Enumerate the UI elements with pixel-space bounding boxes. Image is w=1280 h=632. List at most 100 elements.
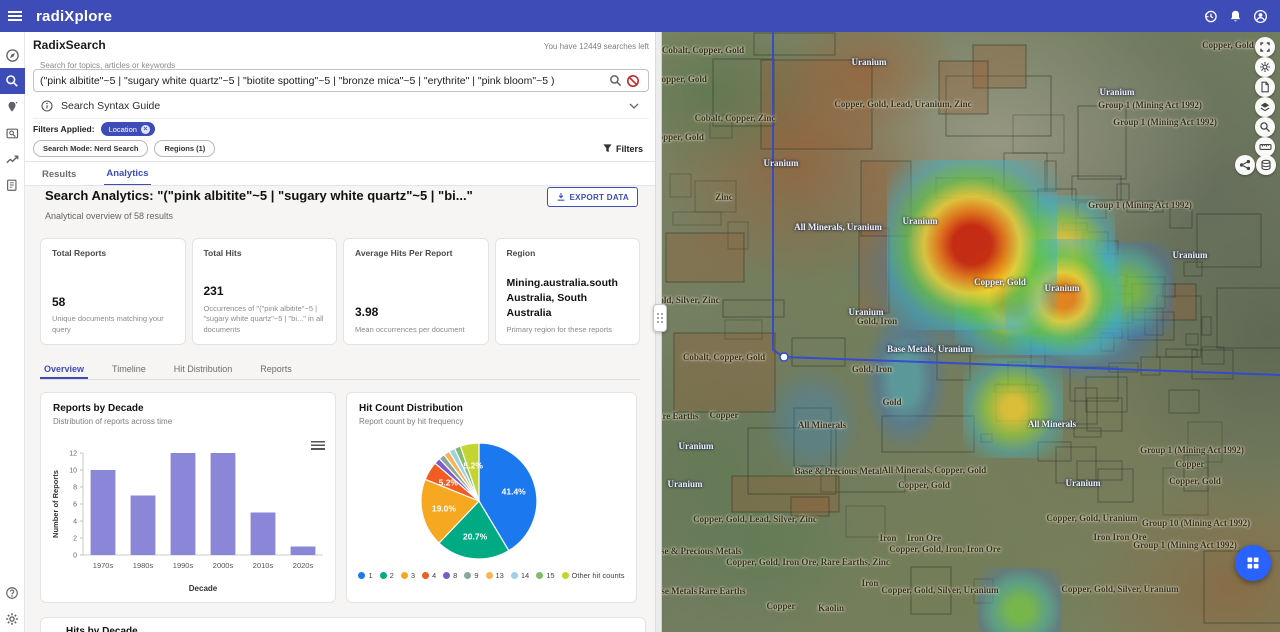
measure-button[interactable] xyxy=(1255,137,1275,157)
stat-value: Mining.australia.south Australia, South … xyxy=(506,276,618,320)
history-icon[interactable] xyxy=(1203,9,1218,24)
legend-label: 1 xyxy=(368,571,373,580)
hits-by-decade-title: Hits by Decade xyxy=(66,626,138,632)
apps-grid-icon xyxy=(1247,557,1259,569)
stat-card-total-hits: Total Hits 231 Occurrences of "("pink al… xyxy=(191,238,337,345)
funnel-icon xyxy=(603,144,612,153)
region-boundary xyxy=(772,32,1280,376)
charts-row: Reports by Decade Distribution of report… xyxy=(40,392,662,603)
map-search-button[interactable] xyxy=(1255,117,1275,137)
analytics-sub-tabs: Overview Timeline Hit Distribution Repor… xyxy=(40,362,640,380)
sidebar-item-settings[interactable] xyxy=(0,606,25,632)
report-layer-button[interactable] xyxy=(1255,77,1275,97)
tab-overview[interactable]: Overview xyxy=(40,362,89,379)
legend-dot xyxy=(422,572,429,579)
sidebar-item-image-search[interactable] xyxy=(0,120,25,146)
stat-value: 231 xyxy=(203,284,224,299)
bar-chart: 0 2 4 6 8 10 12 1970s 1980s 1990s 2000s 2010s 2020s D… xyxy=(51,451,323,593)
menu-icon[interactable] xyxy=(0,11,30,21)
panel-resize-divider[interactable] xyxy=(653,32,667,632)
pie-chart-card: Hit Count Distribution Report count by h… xyxy=(346,392,637,603)
legend-dot xyxy=(536,572,544,579)
stat-card-region: Region Mining.australia.south Australia,… xyxy=(494,238,640,345)
notifications-icon[interactable] xyxy=(1228,9,1243,24)
legend-label: 2 xyxy=(389,571,394,580)
filters-applied-label: Filters Applied: xyxy=(33,124,95,134)
location-filter-chip[interactable]: Location × xyxy=(100,122,155,136)
legend-item: 3 xyxy=(400,571,415,580)
svg-text:12: 12 xyxy=(69,451,77,458)
boundary-vertex-handle[interactable] xyxy=(779,352,789,362)
syntax-guide-label: Search Syntax Guide xyxy=(61,100,161,112)
search-input[interactable]: ("pink albitite"~5 | "sugary white quart… xyxy=(33,69,649,92)
export-data-button[interactable]: EXPORT DATA xyxy=(546,187,638,207)
tab-results[interactable]: Results xyxy=(40,164,78,185)
stat-sub: Occurrences of "("pink albitite"~5 | "su… xyxy=(203,303,324,334)
account-icon[interactable] xyxy=(1253,9,1268,24)
stat-sub: Unique documents matching your query xyxy=(52,314,164,334)
tab-timeline[interactable]: Timeline xyxy=(108,362,150,379)
filters-button[interactable]: Filters xyxy=(603,144,643,154)
pie-chart: 41.4%20.7%19.0%5.2%5.2% xyxy=(420,442,538,560)
basemap-button[interactable] xyxy=(1256,155,1276,175)
tab-reports[interactable]: Reports xyxy=(256,362,296,379)
left-nav-rail xyxy=(0,32,25,632)
app-window: radiXplore RadixSearch You have 12449 se… xyxy=(0,0,1280,632)
sidebar-item-reports[interactable] xyxy=(0,172,25,198)
legend-dot xyxy=(464,572,472,579)
legend-dot xyxy=(379,572,387,579)
map-settings-button[interactable] xyxy=(1255,57,1275,77)
fit-bounds-button[interactable] xyxy=(1255,37,1275,57)
sidebar-item-explore[interactable] xyxy=(0,42,25,68)
search-icon[interactable] xyxy=(606,74,624,87)
svg-text:4: 4 xyxy=(73,519,77,526)
legend-item: 13 xyxy=(485,571,504,580)
resize-grip-handle[interactable] xyxy=(653,304,667,332)
sidebar-item-places[interactable] xyxy=(0,94,25,120)
svg-text:Number of Reports: Number of Reports xyxy=(51,470,60,538)
legend-label: 9 xyxy=(474,571,479,580)
legend-dot xyxy=(510,572,518,579)
topbar-actions xyxy=(1203,9,1280,24)
remove-filter-icon[interactable]: × xyxy=(140,124,150,134)
search-query-text[interactable]: ("pink albitite"~5 | "sugary white quart… xyxy=(34,75,606,87)
download-icon xyxy=(557,192,564,201)
apps-launcher-button[interactable] xyxy=(1235,545,1271,581)
sidebar-item-help[interactable] xyxy=(0,580,25,606)
hits-by-decade-card: Hits by Decade xyxy=(40,617,646,632)
top-app-bar: radiXplore xyxy=(0,0,1280,32)
legend-item: 1 xyxy=(358,571,373,580)
pie-legend: 1 2 3 4 8 9 13 14 15 Other hit counts xyxy=(353,571,630,580)
tab-analytics[interactable]: Analytics xyxy=(104,163,151,186)
layers-button[interactable] xyxy=(1255,97,1275,117)
legend-item: 2 xyxy=(379,571,394,580)
map-viewport[interactable]: Cobalt, Copper, GoldCopper, GoldUraniumC… xyxy=(662,32,1280,632)
legend-dot xyxy=(561,572,569,579)
filters-button-label: Filters xyxy=(615,143,643,154)
search-mode-chip[interactable]: Search Mode: Nerd Search xyxy=(33,140,149,157)
svg-text:20.7%: 20.7% xyxy=(463,532,488,542)
legend-label: 4 xyxy=(432,571,437,580)
share-button[interactable] xyxy=(1235,155,1255,175)
clear-highlight-icon[interactable] xyxy=(624,74,642,88)
regions-chip[interactable]: Regions (1) xyxy=(154,140,216,157)
stat-title: Region xyxy=(506,248,536,258)
bar-chart-title: Reports by Decade xyxy=(53,403,144,414)
legend-dot xyxy=(400,572,408,579)
svg-text:2: 2 xyxy=(73,536,77,543)
legend-label: Other hit counts xyxy=(571,571,625,580)
tab-hit-distribution[interactable]: Hit Distribution xyxy=(170,362,237,379)
legend-dot xyxy=(443,572,451,579)
sidebar-item-trends[interactable] xyxy=(0,146,25,172)
bar-chart-card: Reports by Decade Distribution of report… xyxy=(40,392,336,603)
app-title: radiXplore xyxy=(36,7,113,25)
stat-card-average-hits: Average Hits Per Report 3.98 Mean occurr… xyxy=(343,238,489,345)
svg-text:10: 10 xyxy=(69,468,77,475)
legend-label: 3 xyxy=(410,571,415,580)
syntax-guide-accordion[interactable]: Search Syntax Guide xyxy=(33,94,649,119)
result-tabs: Results Analytics xyxy=(33,162,151,186)
search-mode-row: Search Mode: Nerd Search Regions (1) Fil… xyxy=(33,140,649,157)
searches-left-counter: You have 12449 searches left xyxy=(543,42,649,51)
sidebar-item-search[interactable] xyxy=(0,68,25,94)
svg-text:41.4%: 41.4% xyxy=(502,486,527,496)
